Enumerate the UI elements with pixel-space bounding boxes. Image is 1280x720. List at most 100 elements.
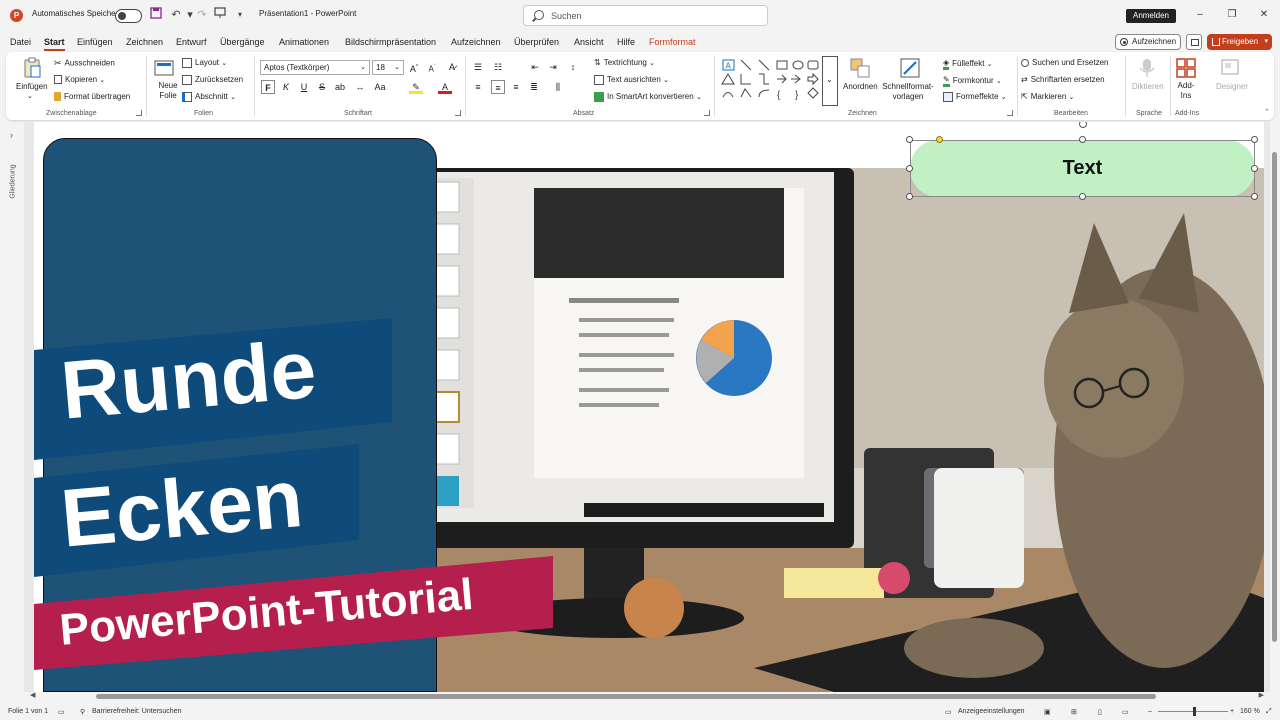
designer-button[interactable]: Designer — [1216, 82, 1248, 91]
cut-button[interactable]: ✂ Ausschneiden — [54, 58, 115, 69]
resize-handle-right[interactable] — [1251, 165, 1258, 172]
layout-button[interactable]: Layout ⌄ — [182, 58, 227, 68]
resize-handle-top-right[interactable] — [1251, 136, 1258, 143]
share-button[interactable]: Freigeben ▾ — [1207, 34, 1272, 50]
italic-button[interactable]: K — [279, 80, 293, 94]
underline-button[interactable]: U — [297, 80, 311, 94]
shadow-text-icon[interactable]: ab — [333, 80, 347, 94]
text-direction-button[interactable]: ⇅ Textrichtung ⌄ — [594, 58, 655, 67]
minimize-icon[interactable]: – — [1193, 8, 1207, 22]
font-name-combo[interactable]: Aptos (Textkörper) ⌄ — [260, 60, 370, 75]
horizontal-scrollbar[interactable]: ◀ ▶ — [24, 692, 1270, 702]
sign-in-button[interactable]: Anmelden — [1126, 9, 1176, 23]
resize-handle-bottom-left[interactable] — [906, 193, 913, 200]
format-painter-button[interactable]: Format übertragen — [54, 92, 130, 102]
tab-einfuegen[interactable]: Einfügen — [77, 37, 113, 47]
dictate-button[interactable]: Diktieren — [1132, 82, 1164, 91]
resize-handle-left[interactable] — [906, 165, 913, 172]
search-box[interactable]: Suchen — [523, 5, 768, 26]
resize-handle-top-left[interactable] — [906, 136, 913, 143]
increase-font-icon[interactable]: A^ — [407, 60, 421, 74]
reading-view-icon[interactable]: ▯ — [1098, 708, 1102, 716]
new-slide-icon[interactable] — [153, 57, 175, 79]
save-icon[interactable] — [148, 7, 164, 23]
expand-panel-icon[interactable]: › — [10, 130, 13, 140]
bullets-icon[interactable]: ☰ — [471, 60, 485, 74]
zoom-slider[interactable] — [1158, 707, 1228, 716]
numbering-icon[interactable]: ☷ — [491, 60, 505, 74]
character-spacing-icon[interactable]: ↔ — [353, 80, 367, 94]
normal-view-icon[interactable]: ▣ — [1044, 708, 1051, 716]
paste-dropdown-icon[interactable]: ⌄ — [27, 92, 33, 100]
headline-ecken[interactable]: Ecken — [58, 453, 307, 565]
change-case-icon[interactable]: Aa — [373, 80, 387, 94]
outline-label[interactable]: Gliederung — [10, 164, 17, 198]
display-settings-button[interactable]: Anzeigeeinstellungen — [958, 708, 1025, 715]
select-button[interactable]: ⇱ Markieren ⌄ — [1021, 92, 1074, 101]
headline-runde[interactable]: Runde — [58, 324, 320, 437]
strikethrough-button[interactable]: S — [315, 80, 329, 94]
designer-icon[interactable] — [1219, 57, 1241, 79]
tab-animationen[interactable]: Animationen — [279, 37, 329, 47]
tab-aufzeichnen[interactable]: Aufzeichnen — [451, 37, 501, 47]
new-slide-button[interactable]: Neue Folie — [153, 81, 183, 101]
zoom-in-icon[interactable]: + — [1230, 708, 1234, 715]
justify-icon[interactable]: ≣ — [527, 80, 541, 94]
tab-ansicht[interactable]: Ansicht — [574, 37, 604, 47]
copy-dropdown-icon[interactable]: ⌄ — [99, 77, 105, 84]
quick-styles-icon[interactable] — [899, 57, 921, 79]
fit-slide-icon[interactable]: ⤢ — [1266, 708, 1272, 716]
tab-start[interactable]: Start — [44, 37, 65, 51]
tab-formformat[interactable]: Formformat — [649, 37, 696, 47]
paragraph-dialog-launcher-icon[interactable] — [704, 110, 710, 116]
highlight-icon[interactable]: ✎ — [409, 80, 423, 94]
shape-outline-button[interactable]: ✎ Formkontur ⌄ — [943, 75, 1002, 87]
tab-bildschirmpraesentation[interactable]: Bildschirmpräsentation — [345, 37, 436, 47]
align-left-icon[interactable]: ≡ — [471, 80, 485, 94]
shapes-more-button[interactable]: ⌄ — [822, 56, 838, 106]
scroll-thumb[interactable] — [96, 694, 1156, 699]
tab-uebergaenge[interactable]: Übergänge — [220, 37, 265, 47]
paste-button[interactable]: Einfügen — [16, 82, 48, 91]
restore-icon[interactable]: ❐ — [1225, 8, 1239, 22]
decrease-font-icon[interactable]: Aˇ — [425, 60, 439, 74]
scroll-right-icon[interactable]: ▶ — [1259, 691, 1264, 699]
zoom-slider-thumb[interactable] — [1193, 707, 1196, 716]
scroll-thumb[interactable] — [1272, 152, 1277, 642]
font-size-combo[interactable]: 18 ⌄ — [372, 60, 404, 75]
record-button[interactable]: Aufzeichnen — [1115, 34, 1181, 50]
tab-datei[interactable]: Datei — [10, 37, 31, 47]
align-center-icon[interactable]: ≡ — [491, 80, 505, 94]
scroll-left-icon[interactable]: ◀ — [30, 691, 35, 699]
copy-button[interactable]: Kopieren ⌄ — [54, 75, 105, 85]
slide[interactable]: Runde Ecken PowerPoint-Tutorial Text — [34, 122, 1264, 692]
redo-icon[interactable]: ↷ — [194, 7, 210, 23]
find-replace-button[interactable]: Suchen und Ersetzen — [1021, 58, 1109, 67]
paste-icon[interactable] — [21, 57, 43, 79]
present-from-start-icon[interactable] — [212, 7, 228, 23]
clipboard-dialog-launcher-icon[interactable] — [136, 110, 142, 116]
slide-sorter-icon[interactable]: ⊞ — [1071, 708, 1077, 716]
addins-icon[interactable] — [1175, 57, 1197, 79]
smartart-button[interactable]: In SmartArt konvertieren ⌄ — [594, 92, 702, 102]
accessibility-status[interactable]: Barrierefreiheit: Untersuchen — [92, 708, 182, 715]
font-dialog-launcher-icon[interactable] — [455, 110, 461, 116]
corner-radius-adjust-handle[interactable] — [936, 136, 943, 143]
search-input[interactable]: Suchen — [551, 11, 582, 21]
resize-handle-bottom[interactable] — [1079, 193, 1086, 200]
arrange-icon[interactable] — [849, 57, 871, 79]
bold-button[interactable]: F — [261, 80, 275, 94]
section-button[interactable]: Abschnitt ⌄ — [182, 92, 236, 102]
columns-icon[interactable]: ⫼ — [551, 80, 565, 94]
zoom-level[interactable]: 160 % — [1240, 708, 1260, 715]
decrease-indent-icon[interactable]: ⇤ — [528, 60, 542, 74]
arrange-button[interactable]: Anordnen — [843, 82, 878, 91]
align-text-button[interactable]: Text ausrichten ⌄ — [594, 75, 669, 85]
drawing-dialog-launcher-icon[interactable] — [1007, 110, 1013, 116]
font-color-icon[interactable]: A — [438, 80, 452, 94]
tab-entwurf[interactable]: Entwurf — [176, 37, 207, 47]
resize-handle-bottom-right[interactable] — [1251, 193, 1258, 200]
vertical-scrollbar[interactable] — [1270, 122, 1280, 692]
align-right-icon[interactable]: ≡ — [509, 80, 523, 94]
collapse-ribbon-icon[interactable]: ⌃ — [1264, 108, 1270, 116]
